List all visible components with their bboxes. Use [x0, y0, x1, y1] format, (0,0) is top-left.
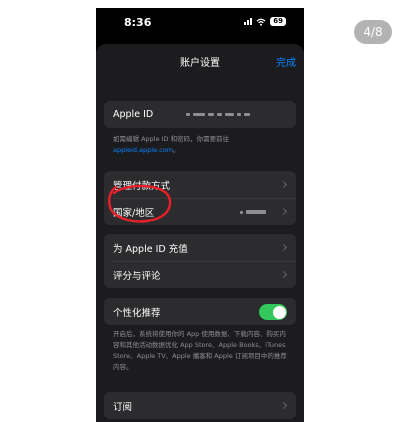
personalized-footnote: 开启后，系统将使用你的 App 使用数据、下载内容、购买内容和其他活动数据优化 … — [113, 330, 287, 371]
appleid-link[interactable]: appleid.apple.com — [113, 146, 173, 154]
account-settings-sheet: 账户设置 完成 Apple ID 如需编辑 Apple ID 和密码，你需要前往… — [96, 44, 304, 422]
page-title: 账户设置 — [180, 58, 220, 69]
subscriptions-group: 订阅 — [104, 392, 296, 419]
country-region-value-redacted — [240, 210, 266, 214]
status-time: 8:36 — [124, 16, 152, 29]
chevron-right-icon — [279, 243, 288, 251]
chevron-right-icon — [279, 401, 288, 409]
personalized-toggle[interactable] — [259, 304, 287, 320]
chevron-right-icon — [279, 180, 288, 188]
chevron-right-icon — [279, 270, 288, 278]
status-icons: 69 — [244, 17, 286, 26]
status-bar: 8:36 69 — [96, 8, 304, 36]
apple-id-label: Apple ID — [113, 109, 154, 120]
apple-id-footnote: 如需编辑 Apple ID 和密码，你需要前往 appleid.apple.co… — [113, 134, 291, 156]
apple-id-group: Apple ID — [104, 101, 296, 128]
subscriptions-label: 订阅 — [113, 401, 133, 413]
personalized-label: 个性化推荐 — [113, 307, 161, 319]
subscriptions-row[interactable]: 订阅 — [104, 392, 296, 419]
ratings-reviews-label: 评分与评论 — [113, 270, 161, 282]
personalized-row: 个性化推荐 — [104, 298, 296, 325]
page-counter-badge: 4/8 — [354, 20, 392, 44]
balance-ratings-group: 为 Apple ID 充值 评分与评论 — [104, 234, 296, 288]
top-up-label: 为 Apple ID 充值 — [113, 243, 188, 255]
nav-bar: 账户设置 完成 — [96, 44, 304, 78]
signal-icon — [244, 18, 253, 25]
apple-id-note-text: 如需编辑 Apple ID 和密码，你需要前往 — [113, 135, 230, 143]
apple-id-row[interactable]: Apple ID — [104, 101, 296, 128]
wifi-icon — [256, 18, 266, 26]
apple-id-value-redacted — [186, 113, 250, 116]
apple-id-note-end: 。 — [173, 146, 180, 154]
top-up-row[interactable]: 为 Apple ID 充值 — [104, 234, 296, 261]
ratings-reviews-row[interactable]: 评分与评论 — [104, 261, 296, 288]
chevron-right-icon — [279, 207, 288, 215]
red-circle-annotation — [108, 184, 172, 223]
battery-icon: 69 — [270, 17, 286, 26]
personalized-group: 个性化推荐 — [104, 298, 296, 325]
done-button[interactable]: 完成 — [276, 54, 296, 69]
toggle-knob — [272, 305, 286, 319]
